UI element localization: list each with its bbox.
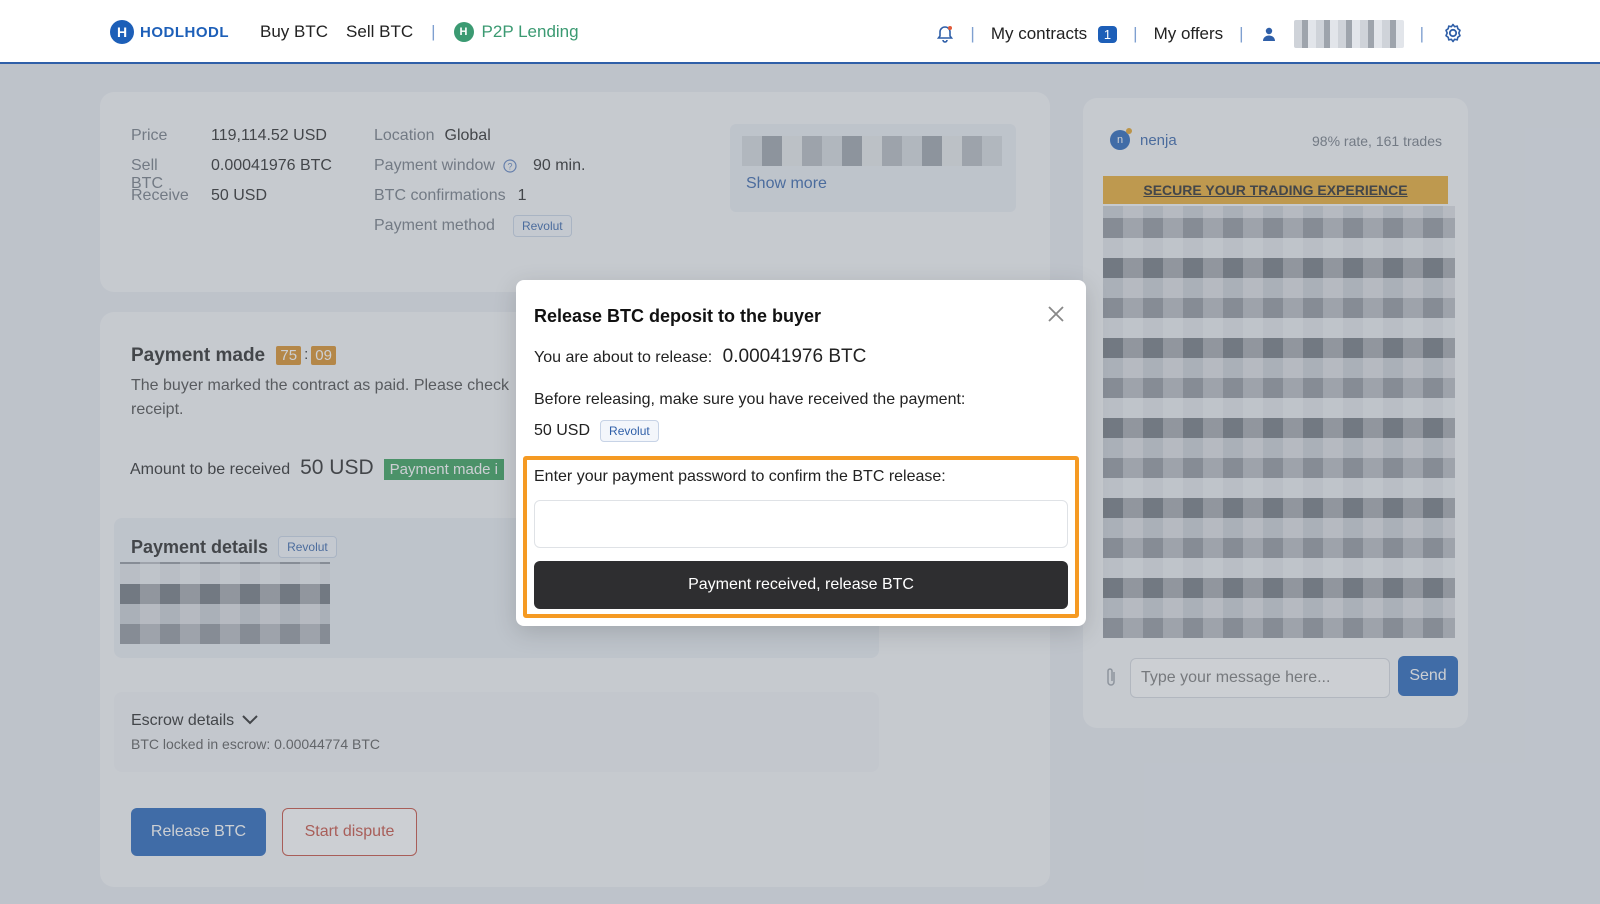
release-btc-modal: Release BTC deposit to the buyer You are… xyxy=(516,280,1086,626)
contracts-count-badge: 1 xyxy=(1097,26,1118,43)
timer-seconds: 09 xyxy=(311,346,336,366)
payment-details-title: Payment details Revolut xyxy=(131,536,337,558)
timer-separator: : xyxy=(304,346,309,364)
chat-messages-redacted xyxy=(1103,206,1455,638)
nav-separator: | xyxy=(970,24,975,43)
show-more-link[interactable]: Show more xyxy=(746,175,827,193)
release-amount-label: You are about to release: xyxy=(534,349,713,366)
start-dispute-button[interactable]: Start dispute xyxy=(282,808,417,856)
release-amount-value: 0.00041976 BTC xyxy=(722,346,867,367)
p2p-logo-icon: H xyxy=(453,22,474,42)
nav-separator: | xyxy=(1239,24,1244,43)
payment-made-label: Payment made xyxy=(131,345,266,366)
price-row: Price 119,114.52 USD xyxy=(131,127,327,145)
avatar: n xyxy=(1110,128,1132,150)
payment-status-badge: Payment made i xyxy=(383,459,505,480)
receive-row: Receive 50 USD xyxy=(131,187,267,205)
payment-window-row: Payment window ? 90 min. xyxy=(374,157,585,175)
receive-value: 50 USD xyxy=(211,187,268,204)
chevron-down-icon xyxy=(242,712,258,730)
release-btc-button[interactable]: Release BTC xyxy=(131,808,266,856)
send-message-button[interactable]: Send xyxy=(1398,656,1458,696)
receive-label: Receive xyxy=(131,187,189,204)
confirm-release-button[interactable]: Payment received, release BTC xyxy=(534,561,1068,609)
payment-details-redacted xyxy=(120,562,330,644)
received-payment-line: 50 USD Revolut xyxy=(534,420,659,442)
location-label: Location xyxy=(374,127,435,144)
password-prompt: Enter your payment password to confirm t… xyxy=(534,468,946,485)
nav-my-contracts-label: My contracts xyxy=(990,24,1088,43)
username-redacted[interactable] xyxy=(1293,20,1404,48)
user-icon[interactable] xyxy=(1260,25,1278,43)
amount-value: 50 USD xyxy=(300,456,374,479)
chat-counterparty[interactable]: n nenja xyxy=(1110,128,1177,150)
close-icon[interactable] xyxy=(1046,304,1066,324)
price-value: 119,114.52 USD xyxy=(211,127,327,144)
payment-made-description: The buyer marked the contract as paid. P… xyxy=(131,374,509,422)
payment-details-method-badge: Revolut xyxy=(278,536,337,558)
payment-details-label: Payment details xyxy=(131,536,269,557)
counterparty-name: nenja xyxy=(1140,131,1177,149)
location-row: Location Global xyxy=(374,127,491,145)
chat-message-input[interactable] xyxy=(1130,658,1390,698)
amount-label: Amount to be received xyxy=(130,461,291,478)
timer-minutes: 75 xyxy=(276,346,302,366)
gear-icon[interactable] xyxy=(1442,22,1464,44)
escrow-details-label: Escrow details xyxy=(131,712,235,729)
payment-window-value: 90 min. xyxy=(532,157,586,174)
received-payment-amount: 50 USD xyxy=(534,422,591,439)
brand-name: HODLHODL xyxy=(140,23,229,41)
svg-text:?: ? xyxy=(507,162,512,172)
escrow-locked-text: BTC locked in escrow: 0.00044774 BTC xyxy=(131,736,381,752)
nav-my-offers[interactable]: My offers xyxy=(1154,24,1224,44)
payment-desc-line2: receipt. xyxy=(131,401,184,418)
nav-left: Buy BTC Sell BTC | H P2P Lending xyxy=(260,22,579,42)
nav-separator: | xyxy=(431,22,436,41)
nav-sell-btc[interactable]: Sell BTC xyxy=(346,22,413,42)
paperclip-icon[interactable] xyxy=(1104,666,1118,688)
amount-to-receive-row: Amount to be received 50 USD Payment mad… xyxy=(130,456,505,480)
escrow-details-toggle[interactable]: Escrow details xyxy=(131,712,258,730)
bell-icon[interactable] xyxy=(936,25,954,43)
confirmations-row: BTC confirmations 1 xyxy=(374,187,527,205)
top-navigation-bar: H HODLHODL Buy BTC Sell BTC | H P2P Lend… xyxy=(0,0,1600,64)
payment-method-row: Payment method Revolut xyxy=(374,215,572,237)
payment-method-label: Payment method xyxy=(374,217,495,234)
counterparty-rating: 98% rate, 161 trades xyxy=(1312,133,1442,149)
nav-my-contracts[interactable]: My contracts 1 xyxy=(990,24,1118,44)
payment-window-label: Payment window xyxy=(374,157,495,174)
brand-logo[interactable]: H HODLHODL xyxy=(110,20,229,44)
location-value: Global xyxy=(444,127,491,144)
modal-title: Release BTC deposit to the buyer xyxy=(534,306,822,326)
confirmations-label: BTC confirmations xyxy=(374,187,506,204)
confirmations-value: 1 xyxy=(517,187,527,204)
price-label: Price xyxy=(131,127,168,144)
secure-trading-banner[interactable]: SECURE YOUR TRADING EXPERIENCE xyxy=(1103,176,1448,204)
help-circle-icon[interactable]: ? xyxy=(503,157,517,175)
hodlhodl-logo-icon: H xyxy=(110,20,134,44)
nav-p2p-label: P2P Lending xyxy=(481,22,579,41)
release-amount-line: You are about to release: 0.00041976 BTC xyxy=(534,346,866,368)
received-payment-method-badge: Revolut xyxy=(600,420,659,442)
nav-p2p-lending[interactable]: H P2P Lending xyxy=(453,22,579,42)
nav-separator: | xyxy=(1133,24,1138,43)
before-release-text: Before releasing, make sure you have rec… xyxy=(534,391,966,408)
payment-method-badge: Revolut xyxy=(512,215,572,237)
payment-made-title: Payment made 75 : 09 xyxy=(131,345,336,367)
payment-desc-line1: The buyer marked the contract as paid. P… xyxy=(131,377,509,394)
payment-timer: 75 : 09 xyxy=(276,346,336,366)
nav-buy-btc[interactable]: Buy BTC xyxy=(260,22,328,42)
nav-right: | My contracts 1 | My offers | | xyxy=(936,20,1424,48)
payment-password-input[interactable] xyxy=(534,500,1068,548)
nav-separator: | xyxy=(1419,24,1424,43)
offer-terms-redacted xyxy=(742,136,1002,166)
